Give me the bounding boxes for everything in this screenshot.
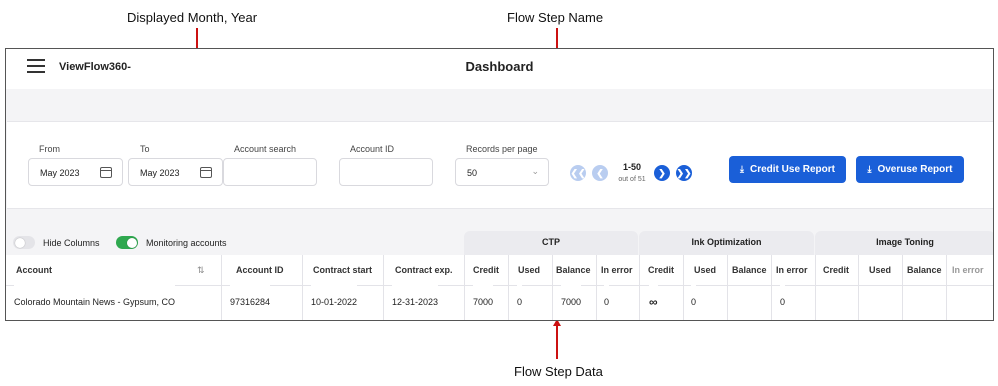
col-contract-exp[interactable]: Contract exp. xyxy=(395,255,453,285)
column-divider xyxy=(383,255,384,320)
cell-contract-exp: 12-31-2023 xyxy=(392,285,439,319)
col-ink-balance[interactable]: Balance xyxy=(732,255,767,285)
group-header-image-toning: Image Toning xyxy=(815,231,993,255)
hide-columns-label: Hide Columns xyxy=(43,238,100,248)
hide-columns-toggle[interactable] xyxy=(13,236,35,249)
col-account-id[interactable]: Account ID xyxy=(236,255,284,285)
first-page-button[interactable]: ❮❮ xyxy=(570,165,586,181)
cell-ctp-in-error: 0 xyxy=(604,285,610,319)
col-toning-credit[interactable]: Credit xyxy=(823,255,849,285)
column-divider xyxy=(902,255,903,320)
column-divider xyxy=(221,255,222,320)
group-header-ink-optimization: Ink Optimization xyxy=(639,231,814,255)
calendar-icon xyxy=(100,167,112,178)
column-divider xyxy=(771,255,772,320)
account-search-label: Account search xyxy=(234,144,297,154)
account-id-label: Account ID xyxy=(350,144,395,154)
cell-ink-credit: ∞ xyxy=(649,285,658,319)
column-divider xyxy=(596,255,597,320)
download-icon: ⤓ xyxy=(867,164,872,174)
col-ctp-used[interactable]: Used xyxy=(518,255,540,285)
from-label: From xyxy=(39,144,60,154)
records-per-page-select[interactable]: 50 ⌄ xyxy=(455,158,549,186)
top-bar: ViewFlow360- Dashboard xyxy=(6,49,993,89)
col-toning-in-error[interactable]: In error xyxy=(952,255,984,285)
next-page-button[interactable]: ❯ xyxy=(654,165,670,181)
page-range: 1-50 xyxy=(622,162,641,172)
col-toning-used[interactable]: Used xyxy=(869,255,891,285)
last-page-button[interactable]: ❯❯ xyxy=(676,165,692,181)
annotation-flow-step-name: Flow Step Name xyxy=(507,10,604,25)
col-account[interactable]: Account xyxy=(16,255,52,285)
records-per-page-label: Records per page xyxy=(466,144,538,154)
column-divider xyxy=(464,255,465,320)
account-search-input[interactable] xyxy=(223,158,317,186)
col-ink-credit[interactable]: Credit xyxy=(648,255,674,285)
annotation-arrow-step-data xyxy=(556,325,558,359)
to-label: To xyxy=(140,144,150,154)
column-divider xyxy=(552,255,553,320)
cell-account-id: 97316284 xyxy=(230,285,271,319)
cell-ctp-balance: 7000 xyxy=(561,285,582,319)
col-contract-start[interactable]: Contract start xyxy=(313,255,372,285)
app-window: ViewFlow360- Dashboard From May 2023 To … xyxy=(5,48,994,321)
from-date-value: May 2023 xyxy=(40,168,80,178)
cell-ctp-used: 0 xyxy=(517,285,523,319)
calendar-icon xyxy=(200,167,212,178)
col-ctp-balance[interactable]: Balance xyxy=(556,255,591,285)
records-per-page-value: 50 xyxy=(467,168,478,178)
download-icon: ⤓ xyxy=(740,164,744,174)
prev-page-button[interactable]: ❮ xyxy=(592,165,608,181)
col-ctp-credit[interactable]: Credit xyxy=(473,255,499,285)
column-divider xyxy=(302,255,303,320)
column-divider xyxy=(946,255,947,320)
annotation-month-year: Displayed Month, Year xyxy=(127,10,258,25)
monitoring-accounts-toggle[interactable] xyxy=(116,236,138,249)
overuse-report-button[interactable]: ⤓ Overuse Report xyxy=(856,156,964,183)
cell-ink-in-error: 0 xyxy=(780,285,786,319)
col-ctp-in-error[interactable]: In error xyxy=(601,255,633,285)
from-date-picker[interactable]: May 2023 xyxy=(28,158,123,186)
chevron-down-icon: ⌄ xyxy=(531,166,539,176)
sort-icon[interactable]: ⇅ xyxy=(197,255,205,285)
column-divider xyxy=(815,255,816,320)
column-divider xyxy=(683,255,684,320)
cell-contract-start: 10-01-2022 xyxy=(311,285,358,319)
column-divider xyxy=(858,255,859,320)
annotation-flow-step-data: Flow Step Data xyxy=(514,364,603,379)
column-divider xyxy=(639,255,640,320)
overuse-report-label: Overuse Report xyxy=(877,164,953,175)
cell-ctp-credit: 7000 xyxy=(473,285,494,319)
group-header-ctp: CTP xyxy=(464,231,638,255)
cell-account[interactable]: Colorado Mountain News - Gypsum, CO xyxy=(14,285,176,319)
to-date-value: May 2023 xyxy=(140,168,180,178)
cell-ink-used: 0 xyxy=(691,285,697,319)
col-ink-in-error[interactable]: In error xyxy=(776,255,808,285)
credit-use-report-label: Credit Use Report xyxy=(749,164,835,175)
column-divider xyxy=(508,255,509,320)
col-ink-used[interactable]: Used xyxy=(694,255,716,285)
credit-use-report-button[interactable]: ⤓ Credit Use Report xyxy=(729,156,846,183)
account-id-input[interactable] xyxy=(339,158,433,186)
to-date-picker[interactable]: May 2023 xyxy=(128,158,223,186)
monitoring-accounts-label: Monitoring accounts xyxy=(146,238,227,248)
column-divider xyxy=(727,255,728,320)
filter-bar: From May 2023 To May 2023 Account search… xyxy=(7,121,993,209)
page-title: Dashboard xyxy=(465,59,534,74)
col-toning-balance[interactable]: Balance xyxy=(907,255,942,285)
page-total: out of 51 xyxy=(618,176,646,183)
